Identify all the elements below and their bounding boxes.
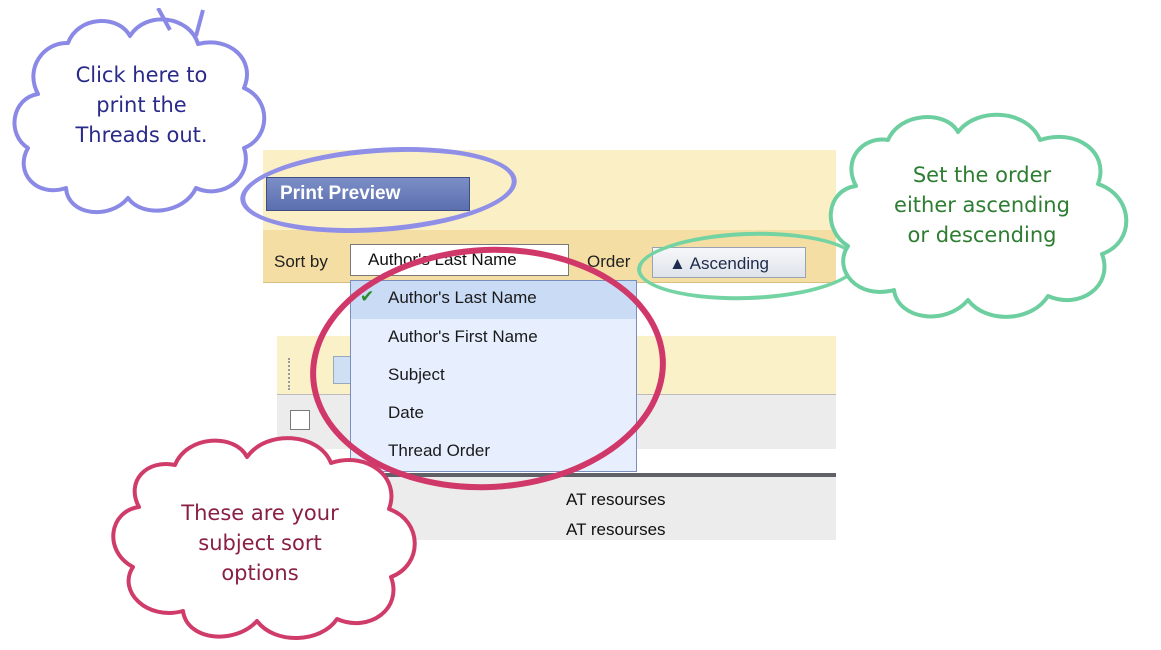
table-row[interactable]: AT resourses (566, 520, 666, 540)
drag-handle-icon[interactable] (288, 358, 302, 390)
print-callout-text: Click here to print the Threads out. (75, 63, 208, 147)
table-row[interactable]: AT resourses (566, 490, 666, 510)
sort-callout-text: These are your subject sort options (181, 501, 339, 585)
order-callout-text: Set the order either ascending or descen… (894, 163, 1070, 247)
sort-by-label: Sort by (274, 252, 328, 271)
